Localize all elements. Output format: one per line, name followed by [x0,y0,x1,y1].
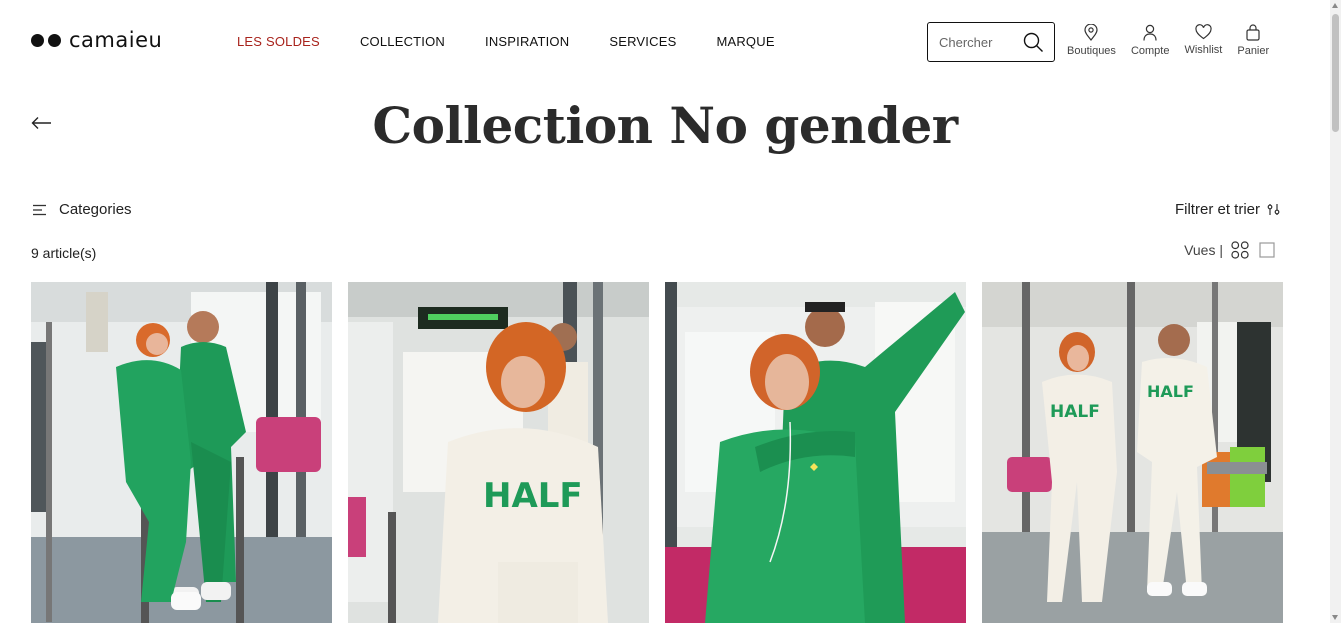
product-card[interactable]: HALF HALF [982,282,1283,623]
svg-text:HALF: HALF [1147,382,1194,401]
panier-label: Panier [1237,45,1270,57]
brand-name: camaieu [69,28,163,52]
categories-label: Categories [59,201,132,218]
view-switcher: Vues | [1184,241,1275,259]
product-card[interactable] [665,282,966,623]
compte-button[interactable]: Compte [1130,24,1170,57]
product-image: HALF HALF [982,282,1283,623]
sliders-icon [1267,204,1280,215]
wishlist-button[interactable]: Wishlist [1184,24,1222,57]
page-scrollbar[interactable] [1330,0,1341,623]
filter-sort-button[interactable]: Filtrer et trier [1175,201,1280,218]
search-icon[interactable] [1023,32,1044,58]
menu-lines-icon [33,204,46,215]
product-image [31,282,332,623]
location-pin-icon [1084,24,1099,41]
scroll-down-icon[interactable] [1332,615,1338,620]
shopping-bag-icon [1246,24,1260,41]
brand-logo[interactable]: camaieu [31,28,163,52]
single-view-icon[interactable] [1259,242,1275,258]
nav-item-collection[interactable]: COLLECTION [360,34,445,49]
product-image: HALF [348,282,649,623]
scroll-up-icon[interactable] [1332,3,1338,8]
user-icon [1143,24,1157,41]
boutiques-label: Boutiques [1067,45,1116,57]
scrollbar-thumb[interactable] [1332,14,1339,132]
filter-sort-label: Filtrer et trier [1174,201,1260,218]
grid-view-icon[interactable] [1231,241,1249,259]
nav-item-marque[interactable]: MARQUE [716,34,774,49]
page-title: Collection No gender [372,96,958,155]
article-count: 9 article(s) [31,245,97,261]
header-tools: Boutiques Compte Wishlist Panier [1067,24,1269,57]
logo-dot [31,33,44,47]
product-card[interactable] [31,282,332,623]
nav-item-les-soldes[interactable]: LES SOLDES [237,34,320,49]
search-box[interactable] [927,22,1055,62]
categories-button[interactable]: Categories [33,201,132,218]
nav-item-services[interactable]: SERVICES [609,34,676,49]
product-card[interactable]: HALF [348,282,649,623]
wishlist-label: Wishlist [1184,44,1223,56]
nav-item-inspiration[interactable]: INSPIRATION [485,34,569,49]
search-input[interactable] [939,34,1021,50]
heart-icon [1195,24,1212,40]
product-image [665,282,966,623]
logo-dot [48,33,61,47]
product-grid: HALF HALF HALF [31,282,1283,623]
site-header: camaieu LES SOLDES COLLECTION INSPIRATIO… [0,0,1330,84]
main-nav: LES SOLDES COLLECTION INSPIRATION SERVIC… [237,34,815,49]
panier-button[interactable]: Panier [1237,24,1269,57]
views-label: Vues | [1184,242,1223,258]
svg-text:HALF: HALF [483,476,583,516]
boutiques-button[interactable]: Boutiques [1067,24,1116,57]
compte-label: Compte [1130,45,1170,57]
svg-text:HALF: HALF [1050,402,1100,422]
